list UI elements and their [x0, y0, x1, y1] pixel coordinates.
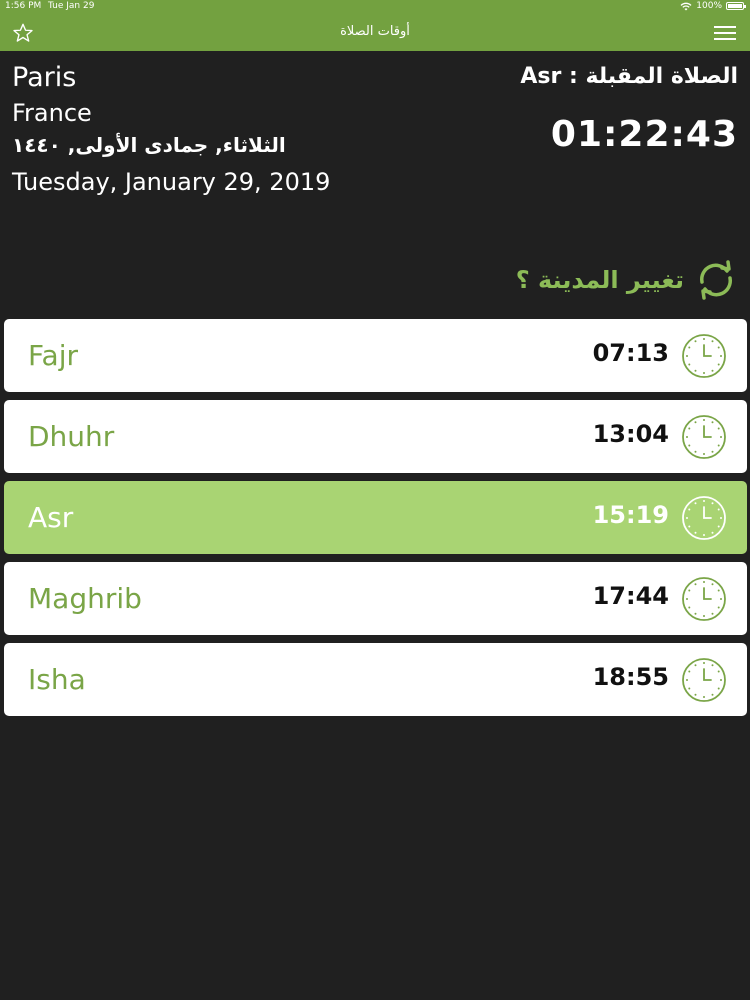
prayer-name: Maghrib	[28, 582, 142, 615]
change-city-button[interactable]: تغيير المدينة ؟	[516, 256, 738, 304]
battery-icon	[726, 2, 746, 10]
status-time: 1:56 PM	[5, 1, 42, 11]
prayer-time: 18:55	[592, 663, 669, 691]
nav-bar: أوقات الصلاة	[0, 14, 750, 51]
prayer-row-dhuhr[interactable]: Dhuhr 13:04	[4, 400, 747, 473]
prayer-time: 15:19	[592, 501, 669, 529]
next-prayer-countdown: 01:22:43	[550, 114, 738, 155]
prayer-time: 13:04	[592, 420, 669, 448]
page-title: أوقات الصلاة	[340, 24, 410, 39]
prayer-name: Isha	[28, 663, 86, 696]
prayer-time: 17:44	[592, 582, 669, 610]
prayer-row-asr[interactable]: Asr 15:19	[4, 481, 747, 554]
status-right: 100%	[680, 1, 746, 11]
change-city-label: تغيير المدينة ؟	[515, 266, 684, 294]
wifi-icon	[680, 2, 692, 10]
country-name: France	[12, 99, 92, 127]
city-name: Paris	[12, 62, 77, 93]
status-bar: 1:56 PM Tue Jan 29 100%	[0, 0, 750, 14]
prayer-row-isha[interactable]: Isha 18:55	[4, 643, 747, 716]
prayer-row-maghrib[interactable]: Maghrib 17:44	[4, 562, 747, 635]
menu-icon[interactable]	[714, 25, 736, 41]
prayer-list: Fajr 07:13 Dhuhr 13:04 Asr 15:19 Maghrib…	[4, 319, 747, 724]
prayer-time: 07:13	[592, 339, 669, 367]
clock-icon	[682, 334, 726, 378]
prayer-name: Asr	[28, 501, 74, 534]
prayer-name: Fajr	[28, 339, 78, 372]
gregorian-date: Tuesday, January 29, 2019	[12, 168, 331, 196]
next-prayer-label: الصلاة المقبلة : Asr	[520, 64, 738, 89]
clock-icon	[682, 496, 726, 540]
clock-icon	[682, 577, 726, 621]
refresh-icon	[699, 260, 733, 300]
battery-percent: 100%	[696, 1, 722, 11]
hijri-date: الثلاثاء, جمادى الأولى, ١٤٤٠	[12, 133, 286, 157]
status-date: Tue Jan 29	[48, 1, 95, 11]
clock-icon	[682, 658, 726, 702]
clock-icon	[682, 415, 726, 459]
prayer-row-fajr[interactable]: Fajr 07:13	[4, 319, 747, 392]
prayer-name: Dhuhr	[28, 420, 115, 453]
